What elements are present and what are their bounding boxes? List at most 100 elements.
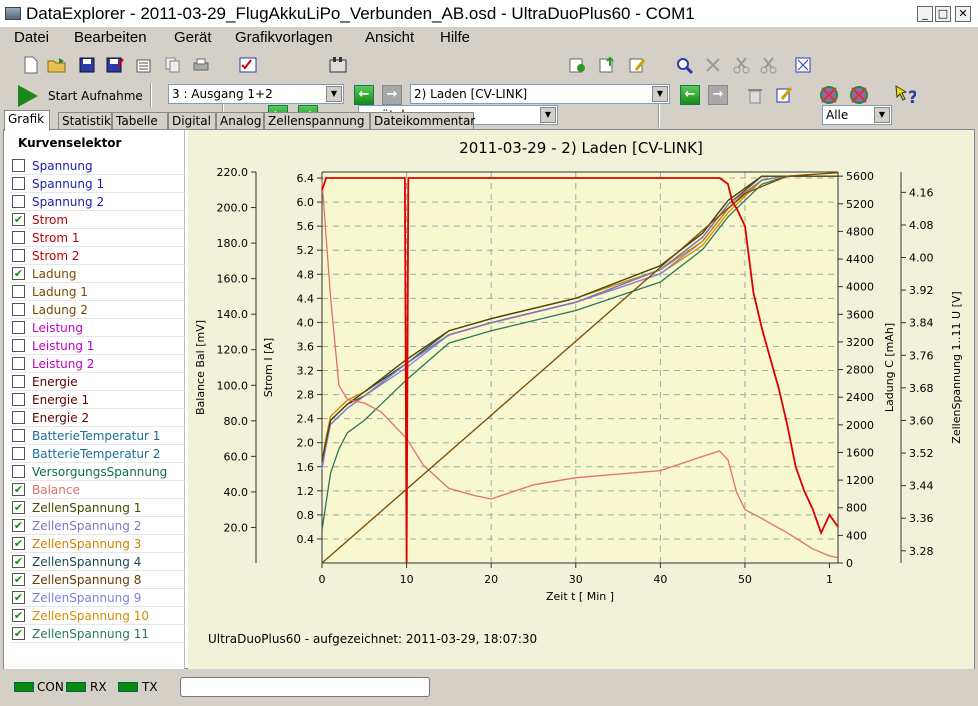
cut-left-icon[interactable] — [731, 54, 753, 76]
curve-checkbox[interactable]: ✔ — [12, 627, 25, 640]
curve-checkbox[interactable] — [12, 285, 25, 298]
template-load-icon[interactable] — [596, 54, 618, 76]
curve-item[interactable]: Energie 1 — [10, 391, 186, 409]
curve-checkbox[interactable]: ✔ — [12, 537, 25, 550]
tab-zellenspannung[interactable]: Zellenspannung — [264, 112, 370, 130]
curve-item[interactable]: ✔ ZellenSpannung 1 — [10, 499, 186, 517]
curve-item[interactable]: ✔ ZellenSpannung 2 — [10, 517, 186, 535]
maximize-button[interactable]: □ — [935, 6, 951, 22]
menu-geraet[interactable]: Gerät — [174, 29, 212, 46]
curve-item[interactable]: BatterieTemperatur 1 — [10, 427, 186, 445]
curve-checkbox[interactable] — [12, 339, 25, 352]
curve-checkbox[interactable] — [12, 231, 25, 244]
curve-checkbox[interactable]: ✔ — [12, 519, 25, 532]
curve-item[interactable]: Ladung 1 — [10, 283, 186, 301]
edit-record-icon[interactable] — [773, 84, 795, 106]
menu-ansicht[interactable]: Ansicht — [365, 29, 414, 46]
close-button[interactable]: ✕ — [955, 6, 971, 22]
fit-icon[interactable] — [792, 54, 814, 76]
curve-checkbox[interactable] — [12, 375, 25, 388]
tab-tabelle[interactable]: Tabelle — [112, 112, 168, 130]
curve-checkbox[interactable] — [12, 321, 25, 334]
curve-item[interactable]: ✔ ZellenSpannung 8 — [10, 571, 186, 589]
properties-icon[interactable] — [132, 54, 154, 76]
curve-checkbox[interactable]: ✔ — [12, 555, 25, 568]
record-select[interactable]: 2) Laden [CV-LINK] ▼ — [410, 84, 670, 104]
copy-icon[interactable] — [162, 54, 184, 76]
curve-checkbox[interactable]: ✔ — [12, 267, 25, 280]
curve-item[interactable]: Spannung 2 — [10, 193, 186, 211]
curve-checkbox[interactable] — [12, 393, 25, 406]
curve-checkbox[interactable]: ✔ — [12, 213, 25, 226]
curve-item[interactable]: ✔ ZellenSpannung 3 — [10, 535, 186, 553]
minimize-button[interactable]: _ — [917, 6, 933, 22]
menu-bearbeiten[interactable]: Bearbeiten — [74, 29, 147, 46]
zoom-icon[interactable] — [673, 54, 695, 76]
tab-grafik[interactable]: Grafik — [4, 110, 50, 131]
tab-dateikommentar[interactable]: Dateikommentar — [370, 112, 475, 130]
help-pointer-icon[interactable]: ? — [894, 84, 916, 106]
curve-checkbox[interactable] — [12, 177, 25, 190]
next-record-icon[interactable]: → — [708, 85, 728, 105]
curve-item[interactable]: ✔ ZellenSpannung 4 — [10, 553, 186, 571]
device-select-icon[interactable] — [327, 54, 349, 76]
menu-grafikvorlagen[interactable]: Grafikvorlagen — [235, 29, 333, 46]
print-icon[interactable] — [190, 54, 212, 76]
template-edit-icon[interactable] — [626, 54, 648, 76]
curve-item[interactable]: ✔ Balance — [10, 481, 186, 499]
curve-item[interactable]: ✔ Strom — [10, 211, 186, 229]
menu-datei[interactable]: Datei — [14, 29, 49, 46]
curve-item[interactable]: BatterieTemperatur 2 — [10, 445, 186, 463]
curve-checkbox[interactable]: ✔ — [12, 501, 25, 514]
prev-channel-icon[interactable]: ← — [354, 85, 374, 105]
tab-analog[interactable]: Analog — [216, 112, 264, 130]
curve-checkbox[interactable] — [12, 465, 25, 478]
curve-checkbox[interactable] — [12, 357, 25, 370]
channel-select[interactable]: 3 : Ausgang 1+2 ▼ — [168, 84, 344, 104]
pan-icon[interactable] — [702, 54, 724, 76]
curve-item[interactable]: Strom 2 — [10, 247, 186, 265]
curve-checkbox[interactable]: ✔ — [12, 609, 25, 622]
curve-item[interactable]: Leistung 1 — [10, 337, 186, 355]
curve-select-icon[interactable] — [237, 54, 259, 76]
curve-item[interactable]: Leistung 2 — [10, 355, 186, 373]
curve-checkbox[interactable]: ✔ — [12, 573, 25, 586]
curve-checkbox[interactable] — [12, 429, 25, 442]
next-channel-icon[interactable]: → — [382, 85, 402, 105]
tab-statistik[interactable]: Statistik — [58, 112, 112, 130]
curve-item[interactable]: ✔ Ladung — [10, 265, 186, 283]
curve-checkbox[interactable]: ✔ — [12, 591, 25, 604]
start-record-button[interactable]: Start Aufnahme — [14, 84, 143, 108]
curve-checkbox[interactable] — [12, 411, 25, 424]
curve-checkbox[interactable] — [12, 303, 25, 316]
curve-item[interactable]: ✔ ZellenSpannung 10 — [10, 607, 186, 625]
curve-item[interactable]: VersorgungsSpannung — [10, 463, 186, 481]
curve-checkbox[interactable]: ✔ — [12, 483, 25, 496]
curve-item[interactable]: Spannung 1 — [10, 175, 186, 193]
curve-item[interactable]: ✔ ZellenSpannung 9 — [10, 589, 186, 607]
y-tick-label: 4.08 — [909, 219, 934, 232]
curve-item[interactable]: Energie 2 — [10, 409, 186, 427]
curve-checkbox[interactable] — [12, 159, 25, 172]
cut-right-icon[interactable] — [758, 54, 780, 76]
curve-item[interactable]: Strom 1 — [10, 229, 186, 247]
template-save-icon[interactable] — [566, 54, 588, 76]
save-as-icon[interactable] — [104, 54, 126, 76]
curve-item[interactable]: Ladung 2 — [10, 301, 186, 319]
curve-item[interactable]: Leistung — [10, 319, 186, 337]
new-file-icon[interactable] — [20, 54, 42, 76]
clear-icon[interactable] — [848, 84, 870, 106]
curve-item[interactable]: Energie — [10, 373, 186, 391]
curve-checkbox[interactable] — [12, 447, 25, 460]
prev-record-icon[interactable]: ← — [680, 85, 700, 105]
menu-hilfe[interactable]: Hilfe — [440, 29, 470, 46]
delete-record-icon[interactable] — [744, 84, 766, 106]
curve-checkbox[interactable] — [12, 249, 25, 262]
curve-item[interactable]: ✔ ZellenSpannung 11 — [10, 625, 186, 643]
curve-checkbox[interactable] — [12, 195, 25, 208]
open-folder-icon[interactable] — [46, 54, 68, 76]
tab-digital[interactable]: Digital — [168, 112, 216, 130]
save-icon[interactable] — [76, 54, 98, 76]
curve-item[interactable]: Spannung — [10, 157, 186, 175]
reset-icon[interactable] — [818, 84, 840, 106]
